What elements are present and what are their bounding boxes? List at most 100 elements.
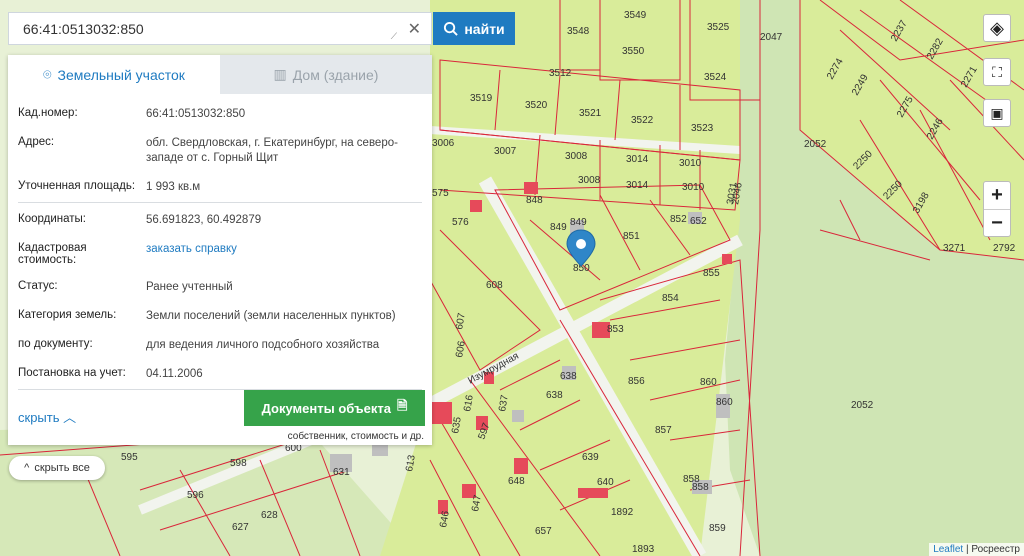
- svg-text:3512: 3512: [549, 68, 572, 79]
- info-row-area: Уточненная площадь: 1 993 кв.м: [18, 173, 422, 203]
- svg-text:860: 860: [716, 397, 733, 408]
- info-value: 04.11.2006: [146, 368, 203, 380]
- building-icon: ▥: [273, 66, 287, 82]
- svg-text:851: 851: [623, 231, 640, 242]
- svg-text:638: 638: [546, 390, 563, 401]
- svg-text:595: 595: [121, 452, 138, 463]
- info-row-coords: Координаты: 56.691823, 60.492879: [18, 203, 422, 235]
- svg-text:3007: 3007: [494, 146, 517, 157]
- svg-text:3014: 3014: [626, 154, 649, 165]
- tab-building[interactable]: ▥ Дом (здание): [220, 55, 432, 94]
- info-value: Ранее учтенный: [146, 281, 233, 293]
- svg-text:859: 859: [709, 523, 726, 534]
- svg-text:3550: 3550: [622, 46, 645, 57]
- svg-text:627: 627: [232, 522, 249, 533]
- svg-text:3548: 3548: [567, 26, 590, 37]
- svg-text:3520: 3520: [525, 100, 548, 111]
- hide-all-button[interactable]: ^ скрыть все: [9, 456, 105, 480]
- info-key: Координаты:: [18, 213, 86, 225]
- svg-text:860: 860: [700, 377, 717, 388]
- info-value: 1 993 кв.м: [146, 181, 201, 193]
- svg-text:3525: 3525: [707, 22, 730, 33]
- info-row-address: Адрес: обл. Свердловская, г. Екатеринбург…: [18, 129, 422, 173]
- hide-all-label: скрыть все: [34, 462, 90, 474]
- svg-text:2052: 2052: [804, 139, 827, 150]
- attribution: Leaflet | Росреестр: [929, 543, 1024, 556]
- svg-text:598: 598: [230, 458, 247, 469]
- hide-label: скрыть: [18, 410, 60, 425]
- layers-icon: ◈: [990, 17, 1004, 38]
- svg-text:638: 638: [560, 371, 577, 382]
- svg-text:3271: 3271: [943, 243, 966, 254]
- measure-button[interactable]: ▣: [983, 99, 1011, 127]
- svg-text:652: 652: [690, 216, 707, 227]
- svg-text:3519: 3519: [470, 93, 493, 104]
- info-value: 66:41:0513032:850: [146, 108, 246, 120]
- info-panel: ⌾ Земельный участок ▥ Дом (здание) Кад.н…: [8, 55, 432, 445]
- resize-grip-icon: ⟋: [390, 31, 397, 41]
- pin-icon: ⌾: [43, 66, 52, 82]
- svg-text:631: 631: [333, 467, 350, 478]
- leaflet-link[interactable]: Leaflet: [933, 544, 963, 555]
- svg-text:2052: 2052: [851, 400, 874, 411]
- info-key: Категория земель:: [18, 309, 117, 321]
- info-key: Кадастровая стоимость:: [18, 242, 87, 266]
- info-value: обл. Свердловская, г. Екатеринбург, на с…: [146, 137, 398, 164]
- svg-text:3008: 3008: [578, 175, 601, 186]
- ruler-icon: ▣: [990, 104, 1004, 121]
- info-value: 56.691823, 60.492879: [146, 214, 262, 226]
- svg-text:3010: 3010: [682, 182, 705, 193]
- order-report-link[interactable]: заказать справку: [146, 242, 422, 266]
- info-row-usage: по документу: для ведения личного подсобн…: [18, 331, 422, 360]
- clear-icon[interactable]: ✕: [408, 19, 421, 39]
- zoom-control: + −: [983, 181, 1011, 237]
- svg-text:2792: 2792: [993, 243, 1016, 254]
- info-key: Кад.номер:: [18, 107, 78, 119]
- attribution-source: Росреестр: [971, 544, 1020, 555]
- info-key: по документу:: [18, 338, 93, 350]
- info-row-cadnum: Кад.номер: 66:41:0513032:850: [18, 94, 422, 129]
- svg-text:639: 639: [582, 452, 599, 463]
- find-button[interactable]: найти: [433, 12, 515, 45]
- fullscreen-button[interactable]: ⛶: [983, 58, 1011, 86]
- info-row-status: Статус: Ранее учтенный: [18, 273, 422, 302]
- layers-button[interactable]: ◈: [983, 14, 1011, 42]
- svg-text:853: 853: [607, 324, 624, 335]
- svg-text:648: 648: [508, 476, 525, 487]
- svg-text:849: 849: [550, 222, 567, 233]
- info-value: для ведения личного подсобного хозяйства: [146, 339, 380, 351]
- svg-text:856: 856: [628, 376, 645, 387]
- svg-text:3006: 3006: [432, 138, 455, 149]
- docs-note: собственник, стоимость и др.: [287, 431, 424, 442]
- info-key: Постановка на учет:: [18, 367, 126, 379]
- svg-text:3521: 3521: [579, 108, 602, 119]
- chevron-up-icon: ^: [24, 462, 30, 474]
- fullscreen-icon: ⛶: [992, 63, 1002, 80]
- svg-text:1892: 1892: [611, 507, 634, 518]
- info-key: Адрес:: [18, 136, 55, 148]
- svg-text:854: 854: [662, 293, 679, 304]
- svg-text:628: 628: [261, 510, 278, 521]
- tab-building-label: Дом (здание): [292, 66, 379, 83]
- svg-text:2047: 2047: [760, 32, 783, 43]
- document-icon: 🗎: [396, 398, 408, 413]
- zoom-in-button[interactable]: +: [984, 182, 1010, 210]
- svg-text:857: 857: [655, 425, 672, 436]
- svg-text:3523: 3523: [691, 123, 714, 134]
- svg-text:596: 596: [187, 490, 204, 501]
- search-input[interactable]: [21, 20, 395, 38]
- svg-text:855: 855: [703, 268, 720, 279]
- tab-parcel[interactable]: ⌾ Земельный участок: [8, 55, 220, 94]
- svg-text:3549: 3549: [624, 10, 647, 21]
- find-button-label: найти: [464, 20, 505, 37]
- hide-panel-link[interactable]: скрыть ︿: [18, 407, 76, 426]
- zoom-out-button[interactable]: −: [984, 210, 1010, 237]
- svg-text:849: 849: [570, 217, 587, 228]
- docs-button-label: Документы объекта: [261, 400, 391, 416]
- chevron-up-icon: ︿: [63, 410, 77, 425]
- search-box: ⟋ ✕: [8, 12, 432, 45]
- documents-button[interactable]: Документы объекта 🗎: [244, 390, 425, 426]
- svg-text:575: 575: [432, 188, 449, 199]
- svg-text:858: 858: [692, 482, 709, 493]
- svg-text:852: 852: [670, 214, 687, 225]
